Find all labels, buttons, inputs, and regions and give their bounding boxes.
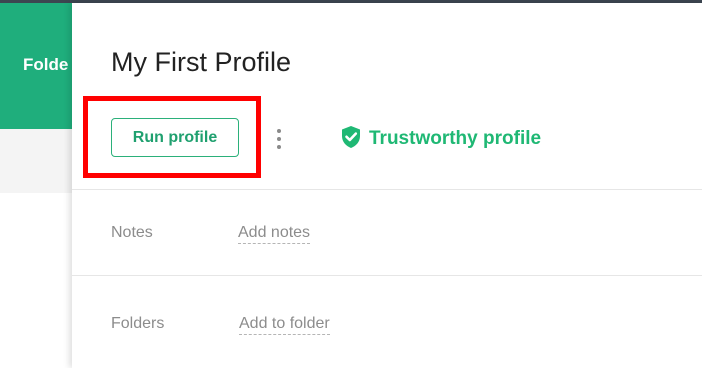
- profile-panel: My First Profile Run profile Trustworthy…: [72, 3, 702, 368]
- background-content: [0, 193, 72, 368]
- more-options-icon[interactable]: [273, 124, 285, 154]
- folders-label: Folders: [111, 315, 165, 332]
- background-header: Folde: [0, 3, 72, 129]
- more-dot: [277, 129, 281, 133]
- background-sidebar-label: Folde: [23, 55, 69, 74]
- highlight-annotation: [83, 96, 261, 178]
- add-notes-link[interactable]: Add notes: [238, 224, 311, 244]
- divider: [72, 189, 702, 190]
- notes-label: Notes: [111, 224, 153, 241]
- trust-status: Trustworthy profile: [341, 124, 541, 154]
- shield-check-icon: [341, 125, 361, 154]
- divider: [72, 275, 702, 276]
- screen: Folde My First Profile Run profile Trust…: [0, 0, 702, 368]
- add-to-folder-link[interactable]: Add to folder: [239, 315, 330, 335]
- more-dot: [277, 145, 281, 149]
- more-dot: [277, 137, 281, 141]
- profile-title: My First Profile: [111, 47, 292, 77]
- background-toolbar: [0, 129, 72, 193]
- trust-status-label: Trustworthy profile: [369, 128, 542, 149]
